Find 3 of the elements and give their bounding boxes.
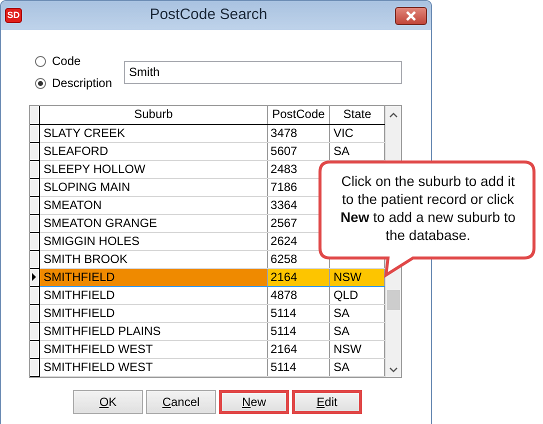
window-title: PostCode Search bbox=[148, 5, 268, 26]
callout-text: Click on the suburb to add it to the patient record or click New to add a new suburb to the database. bbox=[340, 172, 516, 244]
app-icon: SD bbox=[5, 8, 22, 23]
